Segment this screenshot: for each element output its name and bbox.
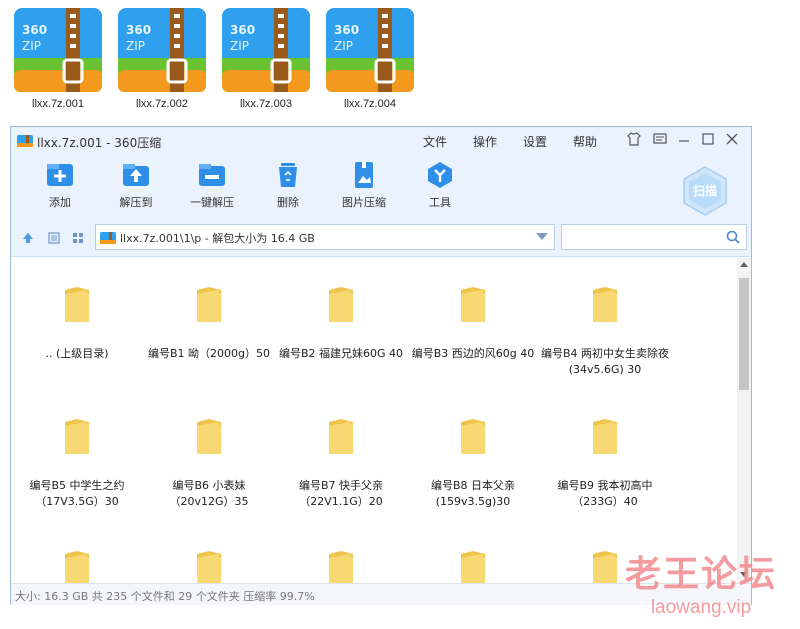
folder-icon (327, 286, 355, 324)
folder-icon (591, 286, 619, 324)
maximize-icon[interactable] (699, 131, 717, 149)
folder-icon (327, 550, 355, 583)
address-bar: llxx.7z.001\1\p - 解包大小为 16.4 GB (11, 217, 751, 257)
watermark-url: laowang.vip (650, 597, 752, 618)
desktop-file-4[interactable]: 360 ZIP llxx.7z.004 (322, 6, 418, 110)
tools-icon (425, 161, 455, 189)
search-input[interactable] (566, 229, 716, 245)
folder-item[interactable] (275, 550, 407, 583)
add-button[interactable]: 添加 (29, 161, 91, 210)
thumbnail-view-icon[interactable] (71, 230, 85, 244)
toolbar: 添加 解压到 一键解压 删除 图片压缩 工具 扫描 (11, 155, 751, 217)
path-text: llxx.7z.001\1\p - 解包大小为 16.4 GB (120, 232, 315, 245)
vertical-scrollbar[interactable] (737, 258, 751, 583)
window-title: llxx.7z.001 - 360压缩 (37, 136, 162, 150)
desktop-file-2[interactable]: 360 ZIP llxx.7z.002 (114, 6, 210, 110)
folder-item[interactable] (11, 550, 143, 583)
archive-icon (17, 133, 33, 147)
folder-item[interactable]: 编号B6 小表妹（20v12G）35 (143, 418, 275, 510)
folder-icon (591, 550, 619, 583)
minimize-icon[interactable] (675, 131, 693, 149)
desktop-file-name: llxx.7z.004 (344, 98, 396, 110)
one-click-extract-button[interactable]: 一键解压 (181, 161, 243, 210)
folder-icon (195, 286, 223, 324)
svg-text:360: 360 (22, 23, 47, 37)
skin-icon[interactable] (625, 131, 643, 149)
delete-button[interactable]: 删除 (257, 161, 319, 210)
recycle-bin-icon (273, 161, 303, 189)
archive-window: llxx.7z.001 - 360压缩 文件 操作 设置 帮助 添加 解压到 一… (10, 126, 752, 605)
folder-item[interactable]: 编号B8 日本父亲(159v3.5g)30 (407, 418, 539, 510)
desktop-file-1[interactable]: 360 ZIP llxx.7z.001 (10, 6, 106, 110)
scroll-thumb[interactable] (739, 278, 749, 390)
watermark: 老王论坛 laowang.vip (616, 545, 786, 619)
desktop-file-name: llxx.7z.001 (32, 98, 84, 110)
scan-button[interactable]: 扫描 (681, 165, 729, 217)
tools-button[interactable]: 工具 (409, 161, 471, 210)
folder-icon (459, 418, 487, 456)
menu-settings[interactable]: 设置 (523, 133, 547, 150)
svg-text:360: 360 (126, 23, 151, 37)
folder-icon (63, 286, 91, 324)
folder-icon (459, 286, 487, 324)
scroll-up-icon[interactable] (740, 262, 748, 267)
details-view-icon[interactable] (47, 230, 61, 244)
folder-icon (63, 418, 91, 456)
folder-icon (195, 418, 223, 456)
status-text: 大小: 16.3 GB 共 235 个文件和 29 个文件夹 压缩率 99.7% (15, 590, 315, 603)
chevron-down-icon[interactable] (536, 233, 548, 240)
path-field[interactable]: llxx.7z.001\1\p - 解包大小为 16.4 GB (95, 224, 555, 250)
zip-archive-icon: 360 ZIP (220, 6, 312, 96)
folder-item[interactable]: 编号B3 西边的风60g 40 (407, 286, 539, 362)
add-icon (45, 161, 75, 189)
folder-icon (591, 418, 619, 456)
zip-archive-icon: 360 ZIP (324, 6, 416, 96)
folder-icon (459, 550, 487, 583)
file-list: .. (上级目录) 编号B1 呦（2000g）50 编号B2 福建兄妹60G 4… (11, 258, 737, 583)
menu-file[interactable]: 文件 (423, 133, 447, 150)
folder-item[interactable]: 编号B5 中学生之约（17V3.5G）30 (11, 418, 143, 510)
watermark-text: 老王论坛 (624, 554, 777, 595)
image-compress-icon (349, 161, 379, 189)
folder-item[interactable] (143, 550, 275, 583)
parent-folder-item[interactable]: .. (上级目录) (11, 286, 143, 362)
folder-icon (327, 418, 355, 456)
search-icon[interactable] (725, 229, 741, 245)
desktop-file-name: llxx.7z.003 (240, 98, 292, 110)
svg-text:ZIP: ZIP (22, 39, 41, 53)
zip-archive-icon: 360 ZIP (116, 6, 208, 96)
folder-item[interactable]: 编号B9 我本初高中（233G）40 (539, 418, 671, 510)
search-box (561, 224, 747, 250)
svg-text:360: 360 (334, 23, 359, 37)
folder-item[interactable]: 编号B4 两初中女生卖除夜(34v5.6G) 30 (539, 286, 671, 378)
svg-text:360: 360 (230, 23, 255, 37)
svg-text:ZIP: ZIP (126, 39, 145, 53)
extract-icon (121, 161, 151, 189)
feedback-icon[interactable] (651, 131, 669, 149)
folder-item[interactable]: 编号B7 快手父亲（22V1.1G）20 (275, 418, 407, 510)
svg-text:ZIP: ZIP (230, 39, 249, 53)
menu-operation[interactable]: 操作 (473, 133, 497, 150)
one-click-extract-icon (197, 161, 227, 189)
zip-archive-icon: 360 ZIP (12, 6, 104, 96)
image-compress-button[interactable]: 图片压缩 (333, 161, 395, 210)
desktop-file-3[interactable]: 360 ZIP llxx.7z.003 (218, 6, 314, 110)
close-icon[interactable] (723, 131, 741, 149)
up-arrow-icon[interactable] (21, 230, 35, 244)
scan-label: 扫描 (692, 184, 717, 198)
folder-item[interactable] (407, 550, 539, 583)
menu-help[interactable]: 帮助 (573, 133, 597, 150)
folder-icon (195, 550, 223, 583)
svg-text:ZIP: ZIP (334, 39, 353, 53)
folder-item[interactable]: 编号B1 呦（2000g）50 (143, 286, 275, 362)
folder-icon (63, 550, 91, 583)
archive-icon (100, 230, 116, 244)
extract-to-button[interactable]: 解压到 (105, 161, 167, 210)
folder-item[interactable]: 编号B2 福建兄妹60G 40 (275, 286, 407, 362)
desktop-file-name: llxx.7z.002 (136, 98, 188, 110)
title-bar: llxx.7z.001 - 360压缩 文件 操作 设置 帮助 (11, 127, 751, 155)
